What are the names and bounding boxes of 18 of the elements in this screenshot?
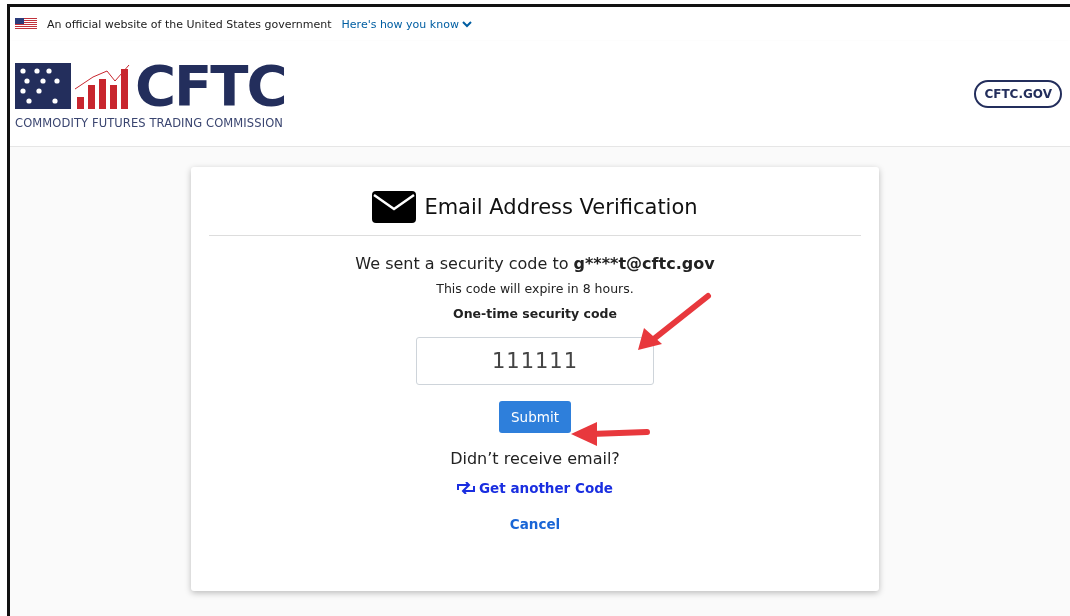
expiry-text: This code will expire in 8 hours. (436, 281, 634, 296)
sent-code-text: We sent a security code to g****t@cftc.gov (355, 254, 715, 273)
envelope-icon (372, 191, 417, 223)
code-label: One-time security code (453, 306, 617, 321)
site-link-button[interactable]: CFTC.GOV (974, 79, 1062, 108)
code-input-field[interactable]: 111111 (416, 337, 654, 385)
how-you-know-link[interactable]: Here's how you know (341, 17, 472, 31)
card-title: Email Address Verification (424, 195, 698, 219)
submit-button[interactable]: Submit (499, 401, 571, 433)
cancel-link[interactable]: Cancel (509, 516, 561, 532)
get-another-code-link[interactable]: Get another Code (457, 480, 613, 496)
official-website-text: An official website of the United States government (47, 17, 332, 31)
logo-subtitle: COMMODITY FUTURES TRADING COMMISSION (15, 115, 284, 130)
flag-icon (15, 18, 37, 30)
repeat-icon (457, 482, 475, 494)
resend-question: Didn’t receive email? (450, 449, 620, 468)
chevron-down-icon (461, 20, 472, 28)
logo-text: CFTC (135, 57, 286, 114)
